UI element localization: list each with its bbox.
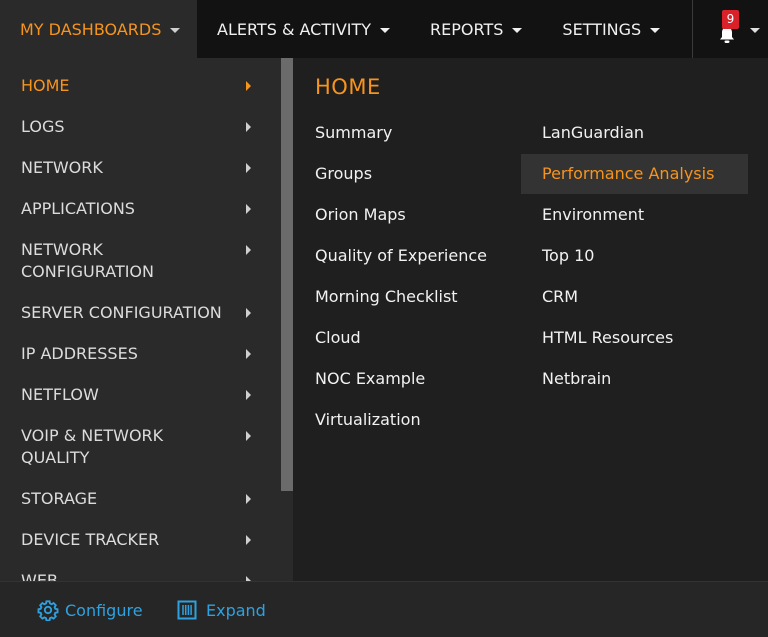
chevron-right-icon	[246, 204, 251, 214]
chevron-right-icon	[246, 390, 251, 400]
chevron-down-icon	[650, 27, 661, 33]
link-html-resources[interactable]: HTML Resources	[542, 318, 673, 358]
sidebar-item-label: NETWORK	[21, 158, 103, 177]
link-top-10[interactable]: Top 10	[542, 236, 594, 276]
chevron-down-icon	[170, 27, 181, 33]
sidebar-item-label: HOME	[21, 76, 70, 95]
chevron-right-icon	[246, 494, 251, 504]
link-virtualization[interactable]: Virtualization	[315, 400, 421, 440]
sidebar-item-ip-addresses[interactable]: IP ADDRESSES	[0, 343, 280, 365]
nav-my-dashboards[interactable]: MY DASHBOARDS	[0, 0, 197, 58]
link-crm[interactable]: CRM	[542, 277, 578, 317]
link-cloud[interactable]: Cloud	[315, 318, 361, 358]
sidebar-menu: HOME LOGS NETWORK APPLICATIONS NETWORK C…	[0, 58, 293, 581]
page-title: HOME	[315, 75, 381, 99]
link-languardian[interactable]: LanGuardian	[542, 113, 644, 153]
link-morning-checklist[interactable]: Morning Checklist	[315, 277, 458, 317]
link-groups[interactable]: Groups	[315, 154, 372, 194]
sidebar-item-logs[interactable]: LOGS	[0, 116, 280, 138]
sidebar-item-label: IP ADDRESSES	[21, 344, 138, 363]
menu-footer: Configure Expand	[0, 581, 768, 637]
chevron-right-icon	[246, 122, 251, 132]
sidebar-item-home[interactable]: HOME	[0, 75, 280, 97]
sidebar-item-label: STORAGE	[21, 489, 98, 508]
sidebar-item-server-configuration[interactable]: SERVER CONFIGURATION	[0, 302, 280, 324]
sidebar-item-network[interactable]: NETWORK	[0, 157, 280, 179]
chevron-right-icon	[246, 431, 251, 441]
notification-count-badge: 9	[722, 10, 739, 29]
sidebar-item-storage[interactable]: STORAGE	[0, 488, 280, 510]
sidebar-item-device-tracker[interactable]: DEVICE TRACKER	[0, 529, 280, 551]
sidebar-item-voip-network-quality[interactable]: VOIP & NETWORK QUALITY	[0, 425, 280, 469]
sidebar-item-label: LOGS	[21, 117, 65, 136]
link-quality-of-experience[interactable]: Quality of Experience	[315, 236, 487, 276]
expand-icon	[177, 600, 197, 620]
sidebar-scrollbar-thumb[interactable]	[281, 58, 293, 491]
sidebar-item-netflow[interactable]: NETFLOW	[0, 384, 280, 406]
chevron-right-icon	[246, 535, 251, 545]
nav-settings[interactable]: SETTINGS	[542, 0, 680, 58]
nav-reports-label: REPORTS	[430, 19, 504, 39]
expand-button[interactable]: Expand	[177, 582, 266, 637]
nav-reports[interactable]: REPORTS	[410, 0, 542, 58]
sidebar-item-network-configuration[interactable]: NETWORK CONFIGURATION	[0, 239, 251, 283]
link-orion-maps[interactable]: Orion Maps	[315, 195, 406, 235]
configure-label: Configure	[65, 600, 143, 620]
sidebar-item-label: NETFLOW	[21, 385, 99, 404]
sidebar-item-applications[interactable]: APPLICATIONS	[0, 198, 280, 220]
chevron-down-icon	[380, 27, 391, 33]
link-environment[interactable]: Environment	[542, 195, 644, 235]
expand-label: Expand	[206, 600, 266, 620]
configure-button[interactable]: Configure	[37, 582, 143, 637]
chevron-right-icon	[246, 245, 251, 255]
chevron-right-icon	[246, 163, 251, 173]
chevron-down-icon	[750, 28, 760, 33]
sidebar-item-label: DEVICE TRACKER	[21, 530, 160, 549]
chevron-right-icon	[246, 349, 251, 359]
link-performance-analysis[interactable]: Performance Analysis	[521, 154, 748, 194]
gear-icon	[37, 600, 59, 621]
sidebar-item-label: SERVER CONFIGURATION	[21, 303, 222, 322]
link-summary[interactable]: Summary	[315, 113, 392, 153]
submenu-panel: HOME Summary Groups Orion Maps Quality o…	[293, 58, 768, 581]
sidebar-item-label: VOIP & NETWORK QUALITY	[21, 426, 164, 467]
nav-alerts-activity[interactable]: ALERTS & ACTIVITY	[197, 0, 410, 58]
nav-settings-label: SETTINGS	[562, 19, 642, 39]
nav-alerts-label: ALERTS & ACTIVITY	[217, 19, 372, 39]
chevron-right-icon	[246, 308, 251, 318]
link-noc-example[interactable]: NOC Example	[315, 359, 425, 399]
notifications-button[interactable]: 9	[692, 0, 768, 58]
top-nav: MY DASHBOARDS ALERTS & ACTIVITY REPORTS …	[0, 0, 768, 58]
link-netbrain[interactable]: Netbrain	[542, 359, 611, 399]
chevron-right-icon	[246, 81, 251, 91]
nav-my-dashboards-label: MY DASHBOARDS	[20, 19, 162, 39]
sidebar-item-label: WEB	[21, 571, 58, 581]
chevron-down-icon	[512, 27, 523, 33]
sidebar-item-web[interactable]: WEB	[0, 570, 280, 581]
sidebar-item-label: NETWORK CONFIGURATION	[21, 240, 154, 281]
sidebar-item-label: APPLICATIONS	[21, 199, 135, 218]
